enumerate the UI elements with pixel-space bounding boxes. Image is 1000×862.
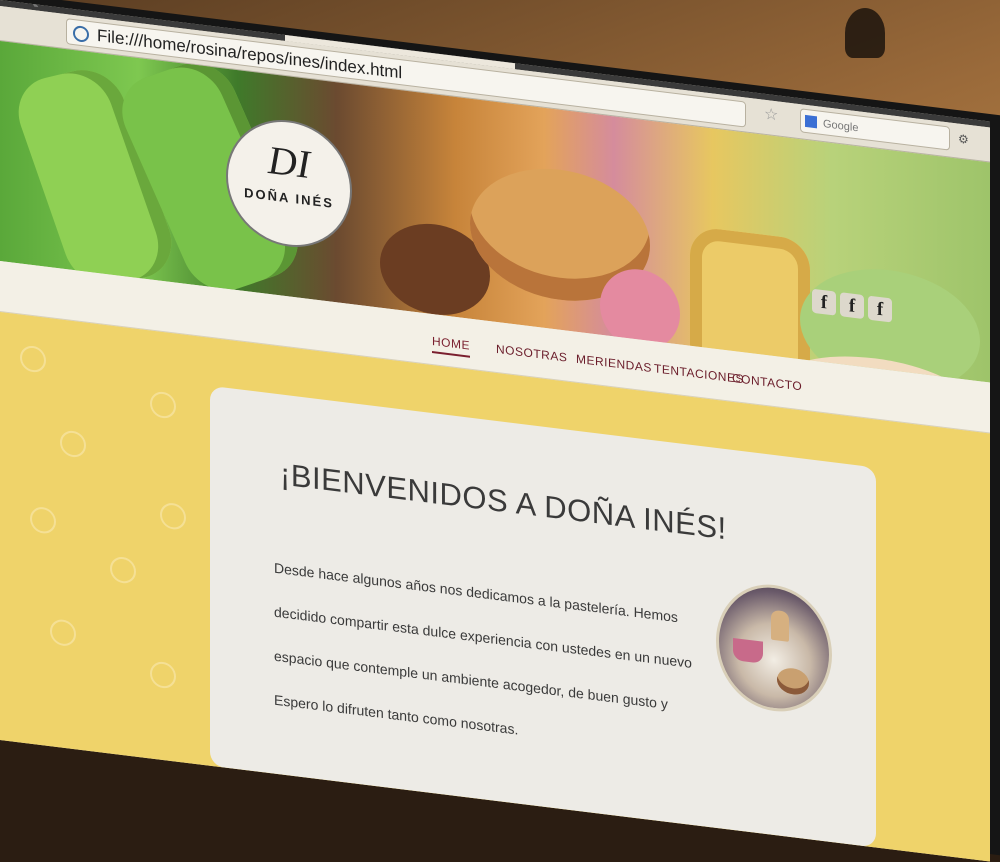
teacup — [733, 638, 763, 664]
facebook-icon[interactable]: f — [840, 292, 864, 320]
star-doodle — [50, 618, 76, 648]
google-icon — [805, 114, 817, 129]
cupcake-doodle — [160, 501, 186, 531]
menu-item-contacto[interactable]: CONTACTO — [732, 371, 802, 394]
tea-table-photo — [716, 577, 832, 719]
star-doodle — [150, 390, 176, 420]
smile-doodle — [30, 505, 56, 535]
intro-paragraph: Desde hace algunos años nos dedicamos a … — [274, 559, 692, 738]
page-title: ¡BIENVENIDOS A DOÑA INÉS! — [280, 456, 727, 547]
facebook-icon[interactable]: f — [812, 288, 836, 316]
cupcake — [777, 666, 809, 697]
browser-window: Impresión Doña Inés Dulces Tentaciones ✖… — [0, 0, 990, 862]
heart-doodle — [20, 344, 46, 374]
welcome-card: ¡BIENVENIDOS A DOÑA INÉS! Desde hace alg… — [210, 385, 876, 848]
search-placeholder: Google — [823, 118, 859, 135]
tools-icon[interactable]: ⚙ — [958, 132, 969, 147]
heart-doodle — [110, 555, 136, 585]
menu-item-nosotras[interactable]: NOSOTRAS — [496, 342, 567, 365]
logo-monogram: DI — [267, 136, 311, 188]
facebook-icon[interactable]: f — [868, 295, 892, 323]
heart-doodle — [150, 660, 176, 690]
cupcake-doodle — [60, 429, 86, 459]
menu-item-tentaciones[interactable]: TENTACIONES — [654, 361, 744, 386]
lamp-shadow — [845, 8, 885, 58]
menu-item-meriendas[interactable]: MERIENDAS — [576, 352, 652, 375]
star-icon[interactable]: ☆ — [764, 104, 778, 126]
globe-icon — [73, 24, 89, 43]
ice-cream-cone — [771, 609, 789, 642]
menu-item-home[interactable]: HOME — [432, 334, 470, 358]
